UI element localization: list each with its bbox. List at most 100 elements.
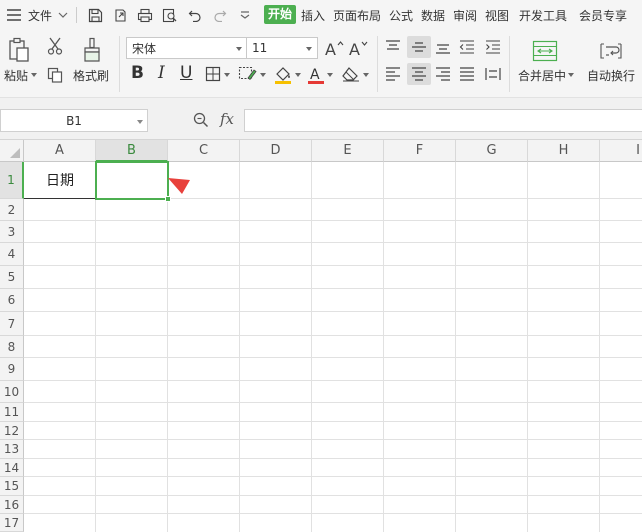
row-header-12[interactable]: 12: [0, 422, 24, 440]
row-header-10[interactable]: 10: [0, 381, 24, 403]
paste-icon[interactable]: [6, 36, 32, 64]
cell-style-icon[interactable]: [237, 65, 259, 83]
align-top-icon[interactable]: [383, 37, 403, 57]
select-all-corner[interactable]: [0, 140, 24, 162]
clear-format-icon[interactable]: [340, 65, 362, 83]
decrease-font-size-icon[interactable]: A: [347, 37, 369, 59]
row-header-5[interactable]: 5: [0, 266, 24, 289]
clear-dropdown-icon[interactable]: [362, 72, 370, 78]
column-header-g[interactable]: G: [456, 140, 528, 162]
export-icon[interactable]: [111, 6, 129, 24]
column-header-i[interactable]: I: [600, 140, 642, 162]
tab-data[interactable]: 数据: [421, 7, 445, 24]
cell-style-dropdown-icon[interactable]: [259, 72, 267, 78]
format-painter-button[interactable]: 格式刷: [73, 67, 109, 84]
increase-font-size-icon[interactable]: A: [323, 37, 345, 59]
ribbon-toolbar: 粘贴 格式刷 宋体 11 A A B I U A 合并居中 自动换行: [0, 30, 642, 98]
fill-color-icon[interactable]: [272, 64, 294, 86]
redo-icon[interactable]: [211, 6, 229, 24]
name-box[interactable]: B1: [0, 109, 148, 132]
formula-bar: B1 fx: [0, 98, 642, 140]
cut-icon[interactable]: [45, 36, 65, 56]
menu-bar: 文件 开始 插入 页面布局 公式 数据 审阅 视图 开发工具 会员专享: [0, 0, 642, 30]
print-preview-icon[interactable]: [161, 6, 179, 24]
formula-input[interactable]: [244, 109, 642, 132]
row-header-17[interactable]: 17: [0, 514, 24, 532]
wrap-text-button[interactable]: 自动换行: [587, 67, 635, 84]
column-header-b[interactable]: B: [96, 140, 168, 162]
dropdown-arrow-icon[interactable]: [305, 46, 313, 52]
tab-member[interactable]: 会员专享: [579, 7, 627, 24]
align-left-icon[interactable]: [383, 64, 403, 84]
column-header-f[interactable]: F: [384, 140, 456, 162]
save-icon[interactable]: [86, 6, 104, 24]
zoom-icon[interactable]: [192, 111, 210, 129]
row-header-16[interactable]: 16: [0, 496, 24, 514]
row-header-11[interactable]: 11: [0, 403, 24, 422]
undo-icon[interactable]: [186, 6, 204, 24]
row-header-13[interactable]: 13: [0, 440, 24, 459]
row-header-4[interactable]: 4: [0, 243, 24, 266]
column-header-d[interactable]: D: [240, 140, 312, 162]
copy-icon[interactable]: [45, 65, 65, 85]
row-header-7[interactable]: 7: [0, 312, 24, 336]
chevron-down-icon[interactable]: [57, 9, 69, 21]
merge-center-button[interactable]: 合并居中: [518, 67, 566, 84]
distributed-align-icon[interactable]: [483, 64, 503, 84]
row-header-3[interactable]: 3: [0, 221, 24, 243]
insert-function-button[interactable]: fx: [220, 110, 234, 128]
file-menu[interactable]: 文件: [28, 7, 52, 24]
align-right-icon[interactable]: [433, 64, 453, 84]
selected-cell-b1[interactable]: [95, 161, 169, 200]
wrap-text-icon[interactable]: [597, 38, 625, 64]
print-icon[interactable]: [136, 6, 154, 24]
column-header-c[interactable]: C: [168, 140, 240, 162]
paste-dropdown-icon[interactable]: [30, 72, 38, 78]
paste-button[interactable]: 粘贴: [4, 67, 28, 84]
row-header-9[interactable]: 9: [0, 358, 24, 381]
dropdown-arrow-icon[interactable]: [235, 46, 243, 52]
font-color-icon[interactable]: A: [306, 64, 326, 86]
italic-button[interactable]: I: [158, 63, 165, 83]
customize-toolbar-icon[interactable]: [238, 8, 252, 22]
cell-a1-value: 日期: [46, 173, 74, 189]
column-header-h[interactable]: H: [528, 140, 600, 162]
tab-insert[interactable]: 插入: [301, 7, 325, 24]
tab-review[interactable]: 审阅: [453, 7, 477, 24]
font-name-select[interactable]: 宋体: [126, 37, 248, 59]
bold-button[interactable]: B: [131, 63, 144, 83]
border-icon[interactable]: [203, 65, 223, 83]
merge-center-icon[interactable]: [531, 38, 559, 64]
column-header-e[interactable]: E: [312, 140, 384, 162]
hamburger-menu-icon[interactable]: [6, 7, 22, 23]
cell-a1[interactable]: 日期: [24, 162, 96, 199]
column-header-a[interactable]: A: [24, 140, 96, 162]
justify-icon[interactable]: [457, 64, 477, 84]
annotation-arrow: [168, 178, 232, 214]
fill-color-dropdown-icon[interactable]: [294, 72, 302, 78]
underline-button[interactable]: U: [180, 63, 192, 83]
align-middle-icon[interactable]: [407, 36, 431, 58]
font-color-dropdown-icon[interactable]: [326, 72, 334, 78]
tab-page-layout[interactable]: 页面布局: [333, 7, 381, 24]
row-header-2[interactable]: 2: [0, 199, 24, 221]
increase-indent-icon[interactable]: [483, 37, 503, 57]
row-header-1[interactable]: 1: [0, 162, 24, 199]
decrease-indent-icon[interactable]: [457, 37, 477, 57]
name-box-dropdown-icon[interactable]: [136, 119, 144, 125]
align-center-icon[interactable]: [407, 63, 431, 85]
format-painter-icon[interactable]: [80, 36, 104, 64]
tab-developer[interactable]: 开发工具: [519, 7, 567, 24]
row-header-6[interactable]: 6: [0, 289, 24, 312]
row-header-15[interactable]: 15: [0, 477, 24, 496]
align-bottom-icon[interactable]: [433, 37, 453, 57]
merge-dropdown-icon[interactable]: [567, 72, 575, 78]
tab-home[interactable]: 开始: [264, 5, 297, 24]
row-header-14[interactable]: 14: [0, 459, 24, 477]
tab-view[interactable]: 视图: [485, 7, 509, 24]
tab-formulas[interactable]: 公式: [389, 7, 413, 24]
border-dropdown-icon[interactable]: [223, 72, 231, 78]
row-header-8[interactable]: 8: [0, 336, 24, 358]
name-box-value: B1: [66, 113, 82, 128]
font-size-select[interactable]: 11: [246, 37, 318, 59]
